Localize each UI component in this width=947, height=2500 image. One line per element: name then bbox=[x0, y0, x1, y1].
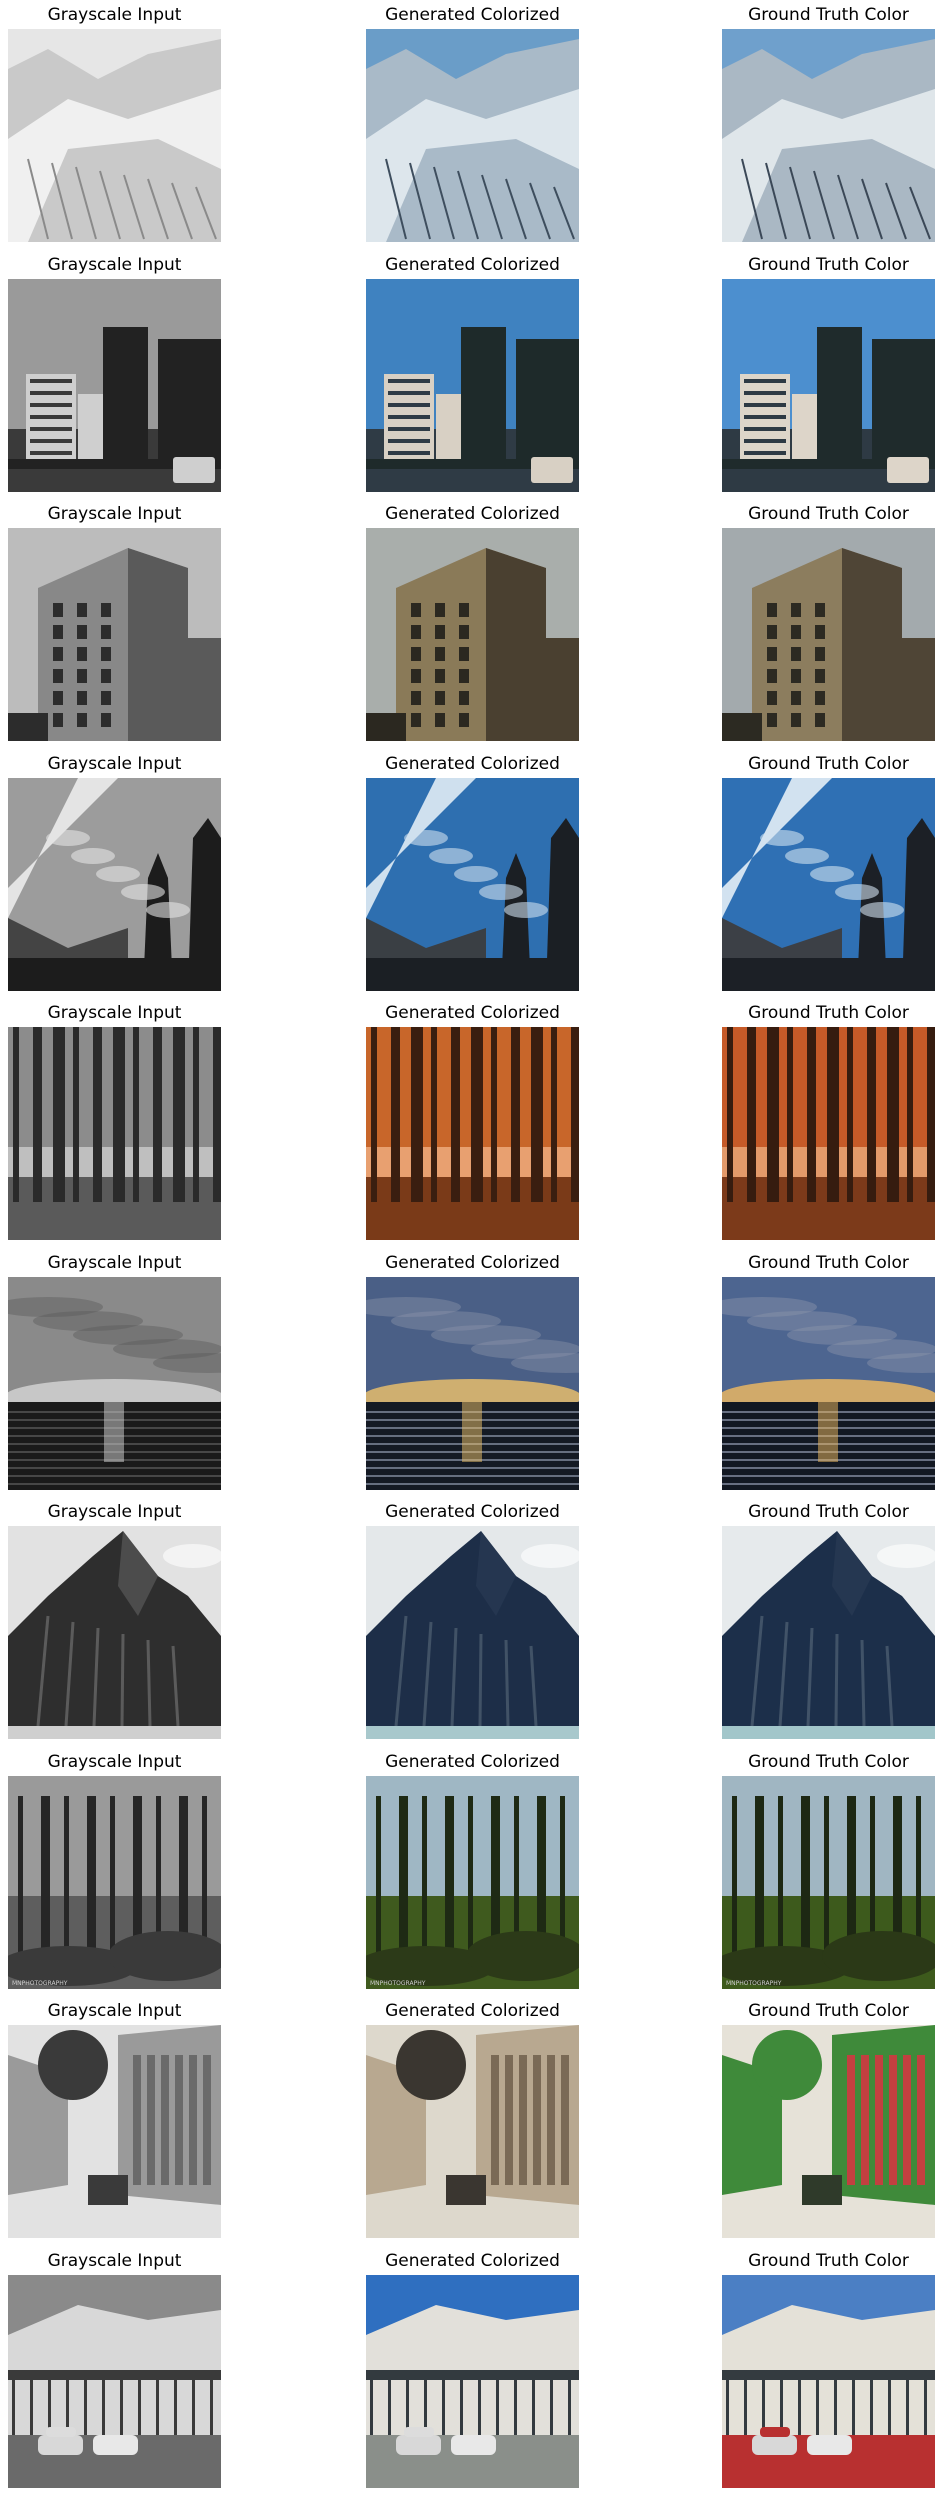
column-title: Generated Colorized bbox=[385, 5, 560, 25]
sea-sunset-image bbox=[366, 1276, 579, 1490]
city-image bbox=[8, 278, 221, 492]
image-thumbnail: MNPHOTOGRAPHY bbox=[722, 1775, 935, 1989]
image-thumbnail bbox=[8, 528, 221, 741]
city-image bbox=[366, 278, 579, 492]
column-title: Grayscale Input bbox=[47, 1751, 182, 1772]
column-title: Ground Truth Color bbox=[748, 1751, 909, 1772]
forest-autumn-image bbox=[366, 1027, 579, 1240]
image-thumbnail: MNPHOTOGRAPHY bbox=[8, 1775, 221, 1989]
comparison-grid: Grayscale Input Generated Colorized Ground… bbox=[0, 0, 947, 2500]
image-thumbnail bbox=[366, 528, 579, 741]
building-image bbox=[8, 528, 221, 741]
image-thumbnail bbox=[366, 2274, 579, 2488]
column-title: Generated Colorized bbox=[385, 753, 560, 774]
column-title: Generated Colorized bbox=[385, 2001, 560, 2021]
glacier-image bbox=[366, 29, 579, 242]
church-image bbox=[8, 777, 221, 991]
column-title: Grayscale Input bbox=[47, 254, 182, 275]
image-thumbnail bbox=[8, 1276, 221, 1490]
watermark-caption: MNPHOTOGRAPHY bbox=[370, 1980, 426, 1987]
image-thumbnail: MNPHOTOGRAPHY bbox=[366, 1775, 579, 1989]
street-image bbox=[722, 2025, 935, 2238]
sea-sunset-image bbox=[8, 1276, 221, 1490]
column-title: Ground Truth Color bbox=[748, 2250, 909, 2271]
storefront-image bbox=[722, 2274, 935, 2488]
church-image bbox=[366, 777, 579, 991]
watermark-caption: MNPHOTOGRAPHY bbox=[726, 1980, 782, 1987]
column-title: Generated Colorized bbox=[385, 1252, 560, 1273]
city-image bbox=[722, 278, 935, 492]
column-title: Generated Colorized bbox=[385, 504, 560, 524]
storefront-image bbox=[8, 2274, 221, 2488]
image-thumbnail bbox=[366, 1526, 579, 1739]
image-thumbnail bbox=[366, 1276, 579, 1490]
glacier-image bbox=[722, 29, 935, 242]
image-thumbnail bbox=[8, 1027, 221, 1240]
column-title: Grayscale Input bbox=[47, 1252, 182, 1273]
glacier-image bbox=[8, 29, 221, 242]
image-thumbnail bbox=[8, 2025, 221, 2238]
forest-green-image: MNPHOTOGRAPHY bbox=[366, 1775, 579, 1989]
church-image bbox=[722, 777, 935, 991]
column-title: Ground Truth Color bbox=[748, 2001, 909, 2021]
image-thumbnail bbox=[722, 2025, 935, 2238]
column-title: Grayscale Input bbox=[47, 504, 182, 524]
street-image bbox=[8, 2025, 221, 2238]
column-title: Ground Truth Color bbox=[748, 1003, 909, 1023]
mountain-image bbox=[722, 1526, 935, 1739]
forest-autumn-image bbox=[722, 1027, 935, 1240]
image-thumbnail bbox=[366, 29, 579, 242]
sea-sunset-image bbox=[722, 1276, 935, 1490]
image-thumbnail bbox=[722, 278, 935, 492]
column-title: Ground Truth Color bbox=[748, 504, 909, 524]
image-thumbnail bbox=[722, 29, 935, 242]
column-title: Grayscale Input bbox=[47, 2250, 182, 2271]
image-thumbnail bbox=[366, 278, 579, 492]
building-image bbox=[366, 528, 579, 741]
column-title: Generated Colorized bbox=[385, 254, 560, 275]
image-thumbnail bbox=[366, 1027, 579, 1240]
image-thumbnail bbox=[722, 1526, 935, 1739]
column-title: Generated Colorized bbox=[385, 2250, 560, 2271]
column-title: Grayscale Input bbox=[47, 753, 182, 774]
column-title: Grayscale Input bbox=[47, 5, 182, 25]
column-title: Generated Colorized bbox=[385, 1003, 560, 1023]
image-thumbnail bbox=[722, 2274, 935, 2488]
column-title: Grayscale Input bbox=[47, 1003, 182, 1023]
forest-green-image: MNPHOTOGRAPHY bbox=[8, 1775, 221, 1989]
storefront-image bbox=[366, 2274, 579, 2488]
column-title: Ground Truth Color bbox=[748, 5, 909, 25]
street-image bbox=[366, 2025, 579, 2238]
watermark-caption: MNPHOTOGRAPHY bbox=[12, 1980, 68, 1987]
image-thumbnail bbox=[722, 528, 935, 741]
image-thumbnail bbox=[366, 2025, 579, 2238]
image-thumbnail bbox=[722, 1027, 935, 1240]
column-title: Generated Colorized bbox=[385, 1502, 560, 1522]
building-image bbox=[722, 528, 935, 741]
column-title: Grayscale Input bbox=[47, 2001, 182, 2021]
image-thumbnail bbox=[8, 29, 221, 242]
image-thumbnail bbox=[8, 278, 221, 492]
column-title: Grayscale Input bbox=[47, 1502, 182, 1522]
column-title: Ground Truth Color bbox=[748, 1252, 909, 1273]
column-title: Ground Truth Color bbox=[748, 1502, 909, 1522]
forest-autumn-image bbox=[8, 1027, 221, 1240]
column-title: Generated Colorized bbox=[385, 1751, 560, 1772]
mountain-image bbox=[366, 1526, 579, 1739]
image-thumbnail bbox=[8, 777, 221, 991]
forest-green-image: MNPHOTOGRAPHY bbox=[722, 1775, 935, 1989]
column-title: Ground Truth Color bbox=[748, 254, 909, 275]
mountain-image bbox=[8, 1526, 221, 1739]
image-thumbnail bbox=[8, 1526, 221, 1739]
image-thumbnail bbox=[722, 777, 935, 991]
image-thumbnail bbox=[8, 2274, 221, 2488]
image-thumbnail bbox=[722, 1276, 935, 1490]
column-title: Ground Truth Color bbox=[748, 753, 909, 774]
image-thumbnail bbox=[366, 777, 579, 991]
